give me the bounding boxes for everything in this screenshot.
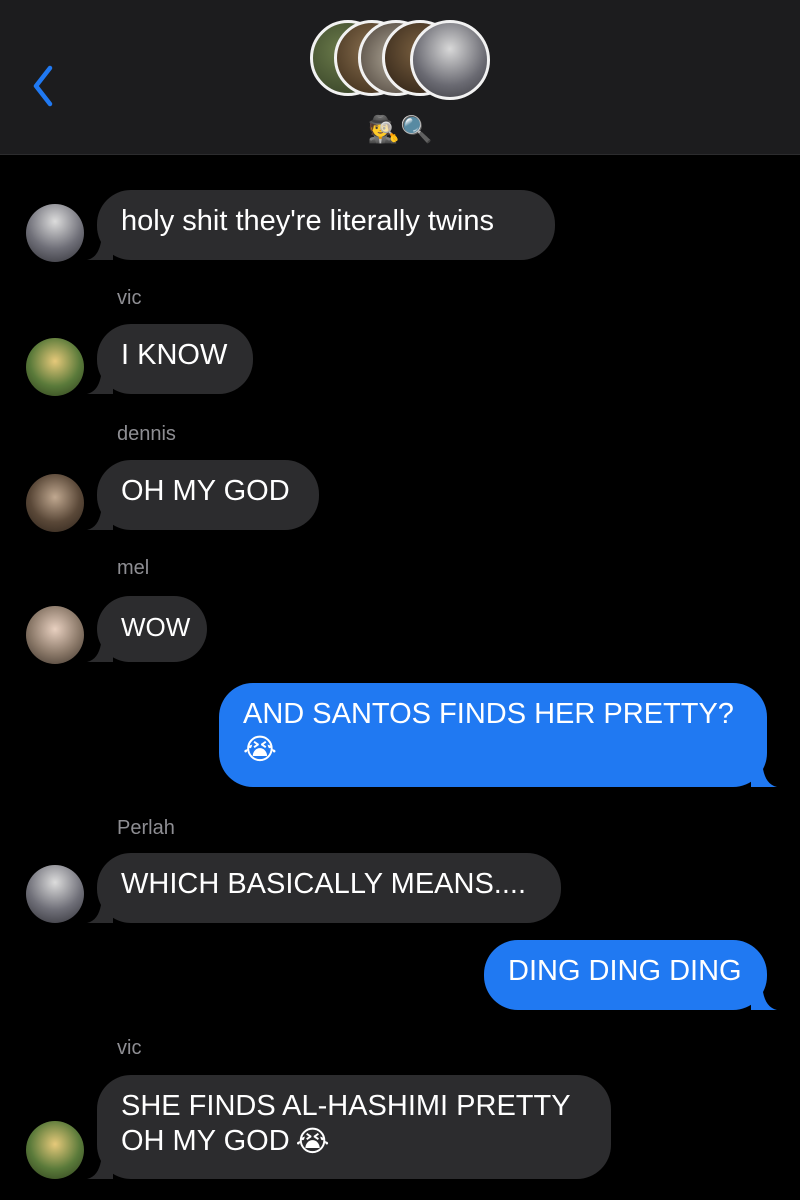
message-text-line: 😭 — [243, 732, 743, 768]
message-row: I KNOW — [0, 324, 800, 396]
message-row: SHE FINDS AL-HASHIMI PRETTY OH MY GOD 😭 — [0, 1075, 800, 1179]
message-bubble[interactable]: OH MY GOD — [87, 460, 319, 530]
message-bubble[interactable]: DING DING DING — [484, 940, 777, 1010]
message-bubble[interactable]: holy shit they're literally twins — [87, 190, 555, 260]
bubble-tail — [87, 376, 113, 394]
group-name[interactable]: 🕵️🔍 — [360, 114, 440, 144]
avatar — [26, 474, 84, 532]
message-bubble[interactable]: SHE FINDS AL-HASHIMI PRETTY OH MY GOD 😭 — [87, 1075, 611, 1179]
avatar — [410, 20, 490, 100]
message-text: WOW — [121, 612, 191, 642]
message-text: DING DING DING — [508, 955, 742, 987]
message-text: WHICH BASICALLY MEANS.... — [121, 868, 527, 900]
sender-name: vic — [117, 1037, 142, 1059]
message-text: AND SANTOS FINDS HER PRETTY? — [243, 698, 734, 730]
bubble-tail — [87, 644, 113, 662]
avatar — [26, 865, 84, 923]
avatar — [26, 204, 84, 262]
message-bubble[interactable]: I KNOW — [87, 324, 253, 394]
message-row: WHICH BASICALLY MEANS.... — [0, 853, 800, 923]
message-row: AND SANTOS FINDS HER PRETTY? 😭 — [0, 683, 800, 787]
bubble-tail — [87, 905, 113, 923]
message-text: I KNOW — [121, 339, 228, 371]
message-text-line: OH MY GOD 😭 — [121, 1124, 587, 1160]
sender-name: Perlah — [117, 817, 175, 839]
group-avatar-stack[interactable] — [310, 20, 490, 104]
message-text: OH MY GOD — [121, 1125, 290, 1157]
message-bubble[interactable]: WHICH BASICALLY MEANS.... — [87, 853, 561, 923]
message-row: OH MY GOD — [0, 460, 800, 532]
bubble-tail — [87, 242, 113, 260]
back-button[interactable] — [30, 64, 70, 108]
conversation-header: 🕵️🔍 — [0, 0, 800, 155]
message-row: DING DING DING — [0, 940, 800, 1010]
avatar — [26, 338, 84, 396]
message-row: WOW — [0, 596, 800, 664]
bubble-tail — [87, 512, 113, 530]
sender-name: mel — [117, 557, 150, 579]
sender-name: vic — [117, 287, 142, 309]
bubble-tail — [87, 1161, 113, 1179]
message-bubble[interactable]: WOW — [87, 596, 207, 662]
bubble-tail — [751, 769, 777, 787]
crying-face-icon: 😭 — [243, 733, 277, 766]
chevron-left-icon — [33, 65, 53, 107]
message-row: holy shit they're literally twins — [0, 190, 800, 262]
avatar — [26, 1121, 84, 1179]
sender-name: dennis — [117, 423, 176, 445]
message-text: SHE FINDS AL-HASHIMI PRETTY — [121, 1090, 571, 1122]
message-bubble[interactable]: AND SANTOS FINDS HER PRETTY? 😭 — [219, 683, 777, 787]
avatar — [26, 606, 84, 664]
message-text: OH MY GOD — [121, 475, 290, 507]
bubble-tail — [751, 992, 777, 1010]
message-text: holy shit they're literally twins — [121, 205, 495, 237]
crying-face-icon: 😭 — [295, 1125, 330, 1158]
